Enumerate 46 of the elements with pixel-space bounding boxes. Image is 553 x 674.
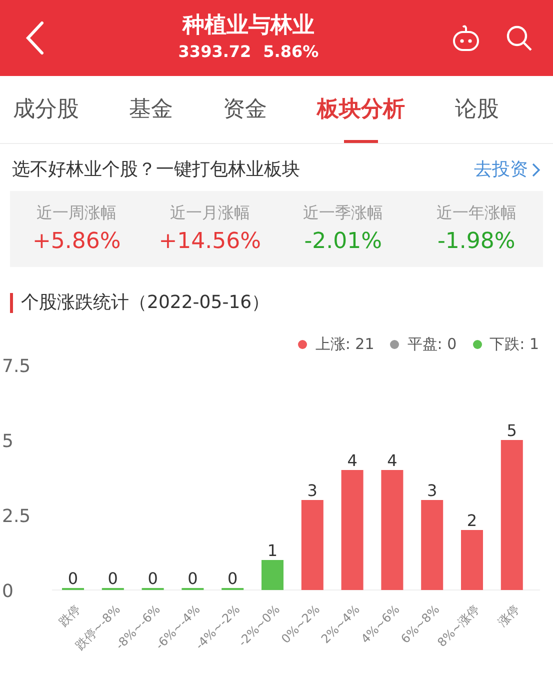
section-title: 个股涨跌统计（2022-05-16） [21,291,270,315]
return-value: +14.56% [158,228,262,256]
return-value: +5.86% [32,228,121,256]
category-label: 涨停 [495,602,522,630]
category-label: 跌停 [56,602,84,630]
index-price: 3393.72 [178,40,252,63]
bar-value-label: 4 [347,451,358,470]
legend-label: 平盘: 0 [407,334,457,355]
bar-value-label: 0 [68,569,78,588]
bar-value-label: 0 [148,569,158,588]
index-change: 5.86% [263,40,319,63]
axis-tick-label: 5 [2,431,14,452]
return-label: 近一周涨幅 [36,202,117,224]
promo-text: 选不好林业个股？一键打包林业板块 [12,158,300,182]
axis-tick-label: 2.5 [2,506,31,527]
tab[interactable]: 基金 [116,76,186,143]
search-icon[interactable] [505,24,533,52]
tab[interactable]: 论股 [442,76,512,143]
robot-icon[interactable] [451,24,481,52]
return-value: -2.01% [304,228,382,256]
axis-tick-label: 0 [2,581,14,602]
bar-value-label: 1 [267,541,278,560]
tab[interactable]: 资金 [210,76,280,143]
tab[interactable]: 成分股 [0,76,92,143]
bar-value-label: 0 [188,569,198,588]
return-label: 近一年涨幅 [436,202,516,224]
bar [461,530,483,590]
return-value: -1.98% [437,228,516,256]
axis-tick-label: 7.5 [2,356,31,377]
bar-value-label: 4 [387,451,398,470]
legend-label: 上涨: 21 [315,334,374,355]
bar-value-label: 0 [228,569,238,588]
tab[interactable]: 板块分析 [304,76,418,143]
chevron-icon [532,162,541,176]
bar-value-label: 2 [466,511,478,530]
return-label: 近一月涨幅 [170,202,250,224]
sector-title: 种植业与林业 [182,12,314,40]
section-marker [10,292,13,312]
bar-value-label: 5 [506,421,517,440]
bar [262,560,284,590]
bar-value-label: 0 [108,569,118,588]
legend-label: 下跌: 1 [490,334,539,355]
bar-value-label: 3 [307,481,318,500]
return-label: 近一季涨幅 [303,202,384,224]
back-icon[interactable] [24,21,46,55]
bar-value-label: 3 [427,481,438,500]
